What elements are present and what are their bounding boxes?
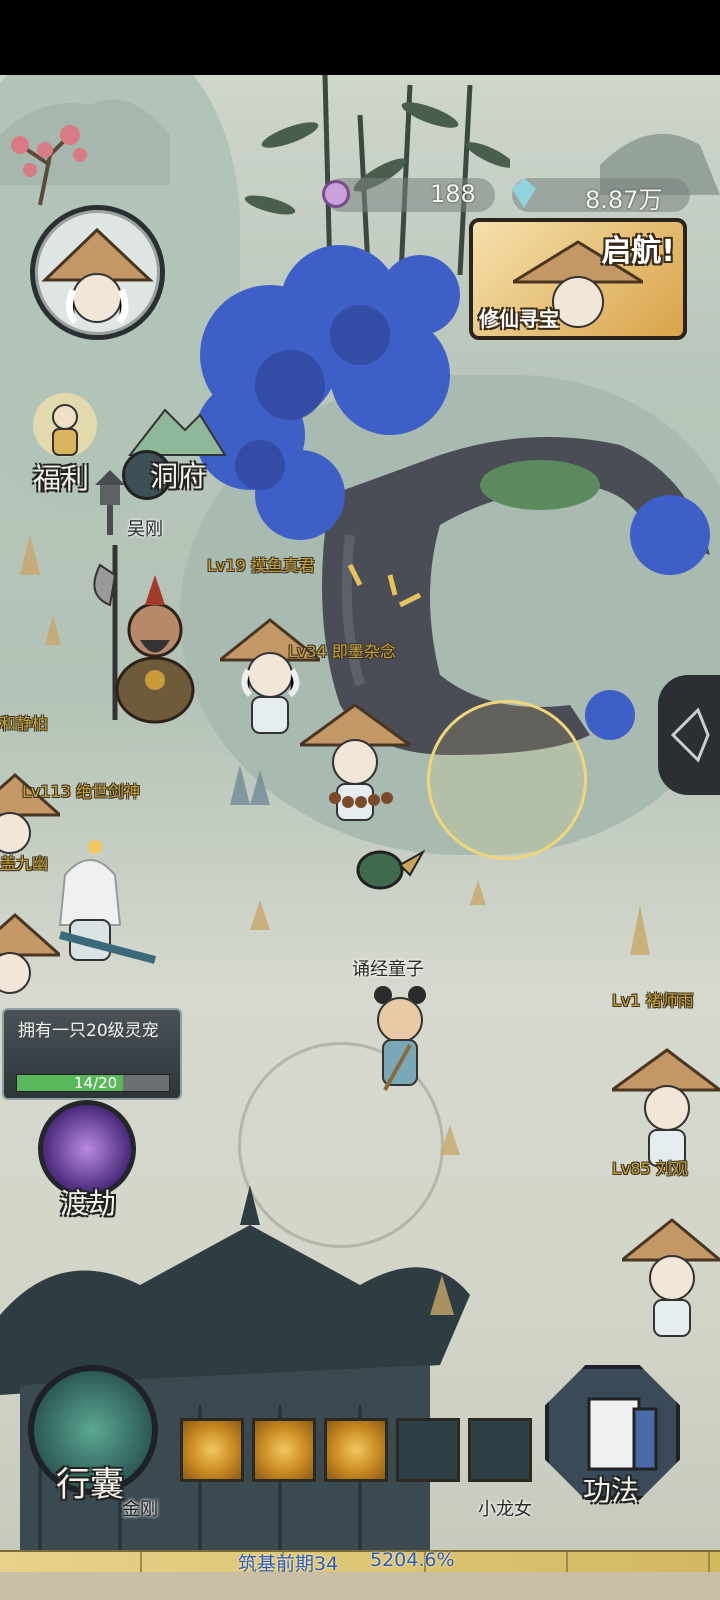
player-tag-partial-1: 和静柏 [0,714,49,733]
crystal-count: 8.87万 [585,186,663,214]
skill-slot-4[interactable] [396,1418,460,1482]
tribulation-label: 渡劫 [60,1187,117,1220]
npc-name-little-dragon-girl: 小龙女 [478,1499,532,1520]
exp-bar-segments [0,1552,720,1572]
exp-percent: 5204.6% [370,1549,455,1571]
event-banner[interactable]: 启航! 修仙寻宝 [469,218,687,340]
cave-label: 洞府 [150,460,207,493]
skill-slot-3[interactable] [324,1418,388,1482]
bottom-edge [0,1572,720,1600]
welfare-label: 福利 [33,462,90,495]
skill-slot-1[interactable] [180,1418,244,1482]
player-tag-5: Lv85 刘观 [612,1159,688,1178]
quest-text: 拥有一只20级灵宠 [18,1021,159,1041]
status-bar [0,0,720,75]
spirit-icon [322,180,350,208]
player-tag-1: Lv19 摸鱼真君 [207,556,315,575]
skills-button[interactable]: 功法 [545,1365,685,1507]
event-banner-title: 启航! [601,234,675,269]
event-banner-subtitle: 修仙寻宝 [479,307,559,331]
player-avatar[interactable] [30,205,165,340]
player-tag-2: Lv34 即墨杂念 [288,642,396,661]
quest-progress-text: 14/20 [74,1074,118,1092]
bag-button[interactable]: 行囊 [28,1365,160,1505]
tribulation-button[interactable]: 渡劫 [30,1100,150,1220]
player-tag-3: Lv113 绝世剑神 [22,782,141,801]
welfare-icon [33,393,97,457]
player-tag-4: Lv1 褚师雨 [612,991,694,1010]
npc-name-jingang: 金刚 [122,1499,158,1520]
npc-name-wu-gang: 吴刚 [127,519,163,540]
quest-panel[interactable]: 拥有一只20级灵宠 14/20 [2,1008,182,1100]
stone-lantern [95,470,125,535]
spirit-count: 188 [430,180,476,208]
npc-name-chanting-boy: 诵经童子 [352,959,424,980]
skill-slot-2[interactable] [252,1418,316,1482]
bag-label: 行囊 [56,1465,124,1505]
skills-label: 功法 [583,1474,640,1507]
cave-button[interactable]: 洞府 [120,395,230,505]
skill-slot-5[interactable] [468,1418,532,1482]
cultivation-exp-bar [0,1550,720,1572]
player-tag-partial-2: 盖九幽 [0,854,49,873]
